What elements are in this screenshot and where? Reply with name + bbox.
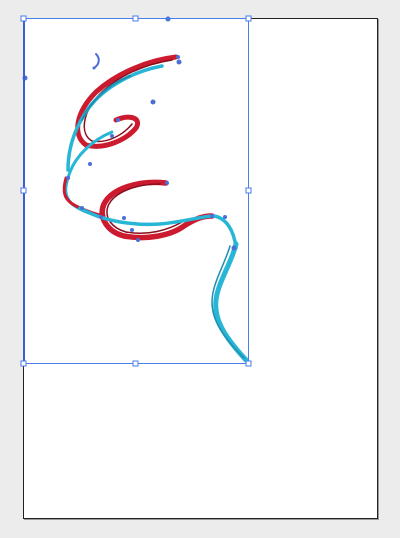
anchor-point[interactable]: [116, 118, 120, 122]
resize-handle-top-right[interactable]: [245, 15, 252, 22]
anchor-point[interactable]: [110, 134, 114, 138]
anchor-point[interactable]: [122, 216, 126, 220]
anchor-point[interactable]: [150, 99, 156, 105]
anchor-point[interactable]: [136, 238, 140, 242]
anchor-point[interactable]: [223, 215, 227, 219]
resize-handle-bottom-right[interactable]: [245, 360, 252, 367]
anchor-point[interactable]: [165, 181, 169, 185]
anchor-point[interactable]: [66, 176, 70, 180]
anchor-point[interactable]: [176, 59, 182, 65]
anchor-point[interactable]: [92, 66, 96, 70]
resize-handle-top-left[interactable]: [20, 15, 27, 22]
anchor-point[interactable]: [88, 162, 92, 166]
anchor-point[interactable]: [231, 245, 237, 251]
anchor-point[interactable]: [176, 55, 180, 59]
resize-handle-left[interactable]: [20, 187, 27, 194]
resize-handle-bottom[interactable]: [132, 360, 139, 367]
anchor-point[interactable]: [99, 215, 103, 219]
resize-handle-right[interactable]: [245, 187, 252, 194]
anchor-point[interactable]: [130, 228, 134, 232]
swirl-artwork[interactable]: [62, 53, 249, 363]
swirl-stroke[interactable]: [93, 53, 100, 69]
resize-handle-top[interactable]: [132, 15, 139, 22]
artwork-canvas[interactable]: [0, 0, 400, 538]
anchor-point[interactable]: [210, 214, 214, 218]
resize-handle-bottom-left[interactable]: [20, 360, 27, 367]
anchor-point[interactable]: [80, 206, 84, 210]
swirl-stroke[interactable]: [213, 241, 249, 363]
pasteboard[interactable]: [0, 0, 400, 538]
